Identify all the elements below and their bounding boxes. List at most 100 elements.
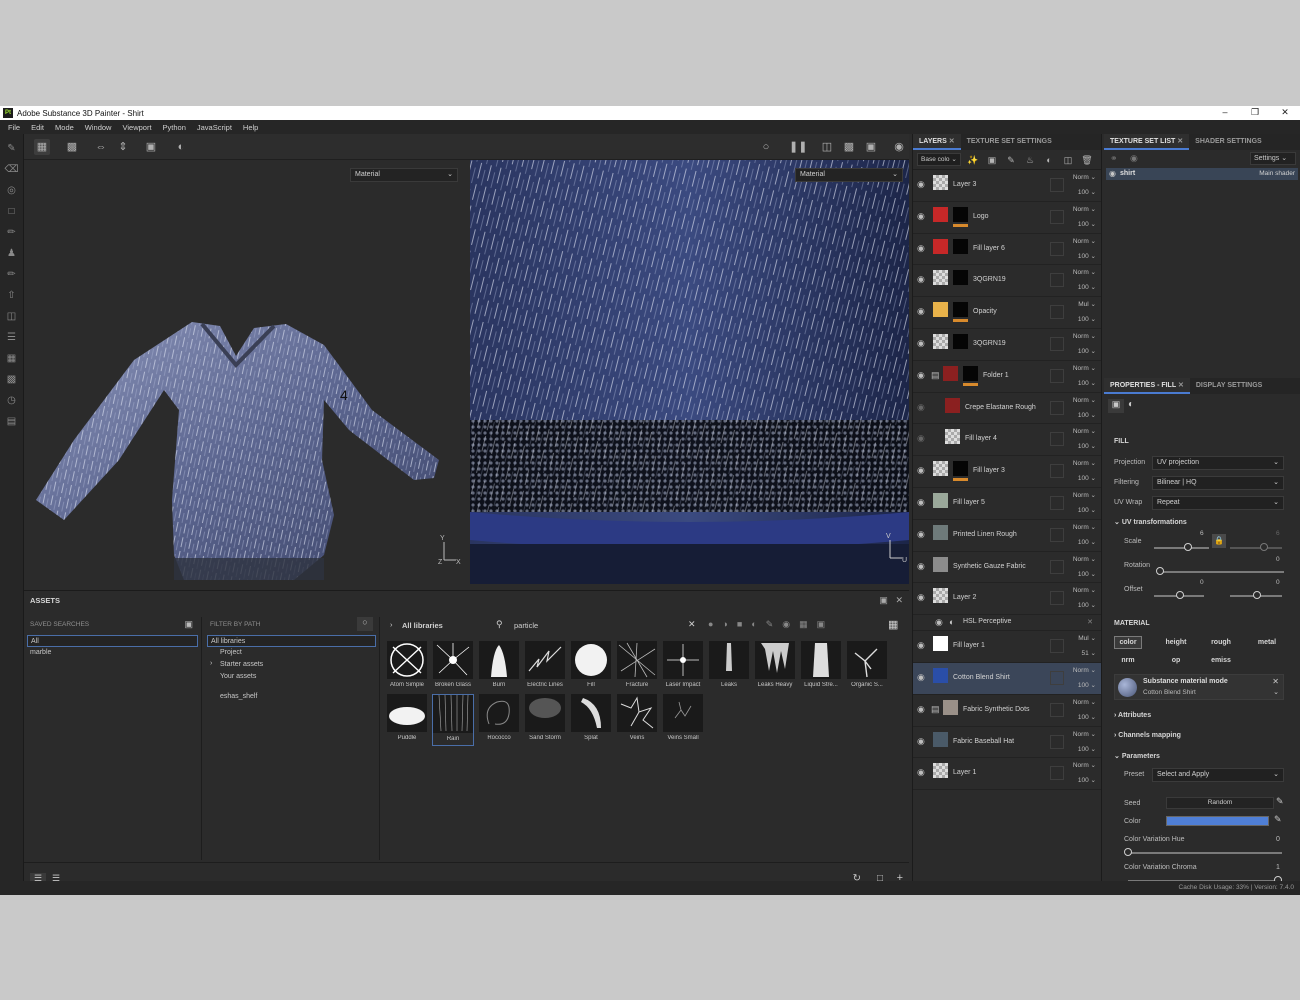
rotation-slider-knob[interactable]: [1156, 567, 1164, 575]
saved-search-all[interactable]: All: [27, 635, 198, 647]
tab-layers[interactable]: LAYERS ✕: [913, 134, 961, 150]
blend-mode-select[interactable]: Norm ⌄: [1073, 268, 1096, 276]
asset-thumbnail[interactable]: Rococco: [478, 694, 520, 746]
visibility-eye-icon[interactable]: ◉: [917, 306, 925, 317]
asset-thumbnail[interactable]: Veins: [616, 694, 658, 746]
asset-thumbnail[interactable]: Rain: [432, 694, 474, 746]
minimize-icon[interactable]: –: [1210, 106, 1240, 120]
blend-mode-select[interactable]: Mul ⌄: [1078, 300, 1096, 308]
opacity-value[interactable]: 100 ⌄: [1078, 474, 1096, 482]
layer-row[interactable]: ◉ Fabric Baseball Hat Norm ⌄ 100 ⌄: [913, 727, 1101, 759]
visibility-eye-icon[interactable]: ◉: [935, 617, 943, 628]
blend-mode-select[interactable]: Norm ⌄: [1073, 586, 1096, 594]
blend-mode-select[interactable]: Norm ⌄: [1073, 205, 1096, 213]
viewport-3d-mode-select[interactable]: Material ⌄: [350, 168, 458, 182]
filter-your-assets[interactable]: Your assets: [204, 671, 379, 683]
asset-thumbnail[interactable]: Broken Glass: [432, 641, 474, 693]
add-folder-icon[interactable]: ◫: [1061, 153, 1075, 167]
mask-thumbnail[interactable]: [953, 270, 968, 286]
channel-select[interactable]: Base colo ⌄: [917, 153, 961, 166]
edit-seed-icon[interactable]: ✎: [1276, 796, 1284, 807]
folder-icon[interactable]: ▤: [931, 370, 940, 381]
uv-wrap-select[interactable]: Repeat ⌄: [1152, 496, 1284, 510]
smudge-icon[interactable]: ✏: [5, 227, 19, 239]
add-paint-layer-icon[interactable]: ✎: [1004, 153, 1018, 167]
grid-view-icon[interactable]: ▦: [888, 618, 898, 631]
asset-thumbnail[interactable]: Veins Small: [662, 694, 704, 746]
maximize-icon[interactable]: ❐: [1240, 106, 1270, 120]
rotation-slider[interactable]: [1158, 571, 1284, 573]
hide-icon[interactable]: ○: [758, 139, 774, 155]
opacity-value[interactable]: 100 ⌄: [1078, 442, 1096, 450]
viewport-2d-mode-select[interactable]: Material ⌄: [795, 168, 903, 182]
menu-edit[interactable]: Edit: [31, 123, 44, 132]
asset-thumbnail[interactable]: Organic S...: [846, 641, 888, 693]
menu-help[interactable]: Help: [243, 123, 258, 132]
link-icon[interactable]: ⚭: [1110, 153, 1118, 164]
chevron-down-icon[interactable]: ⌄: [1273, 688, 1279, 696]
tab-close-icon[interactable]: ✕: [949, 138, 955, 145]
asset-thumbnail[interactable]: Fracture: [616, 641, 658, 693]
opacity-value[interactable]: 100 ⌄: [1078, 538, 1096, 546]
asset-search-input[interactable]: particle: [514, 621, 538, 630]
opacity-value[interactable]: 100 ⌄: [1078, 252, 1096, 260]
layer-row[interactable]: ◉ Opacity Mul ⌄ 100 ⌄: [913, 297, 1101, 329]
shelf-icon[interactable]: ▩: [5, 374, 19, 386]
filtering-select[interactable]: Bilinear | HQ ⌄: [1152, 476, 1284, 490]
asset-thumbnail[interactable]: Sand Storm: [524, 694, 566, 746]
opacity-value[interactable]: 100 ⌄: [1078, 283, 1096, 291]
asset-thumbnail[interactable]: Laser Impact: [662, 641, 704, 693]
opacity-value[interactable]: 100 ⌄: [1078, 745, 1096, 753]
visibility-eye-icon[interactable]: ◉: [917, 561, 925, 572]
bake-icon[interactable]: ⇧: [5, 290, 19, 302]
visibility-eye-icon[interactable]: ◉: [917, 402, 925, 413]
scale-slider-2[interactable]: [1230, 547, 1282, 549]
layer-row[interactable]: ◉ Logo Norm ⌄ 100 ⌄: [913, 202, 1101, 234]
visibility-eye-icon[interactable]: ◉: [917, 370, 925, 381]
channel-color-button[interactable]: color: [1114, 636, 1142, 649]
uv-transformations-header[interactable]: ⌄ UV transformations: [1114, 518, 1187, 526]
layer-row[interactable]: ◉ Synthetic Gauze Fabric Norm ⌄ 100 ⌄: [913, 552, 1101, 584]
visibility-eye-icon[interactable]: ◉: [917, 640, 925, 651]
split-view-icon[interactable]: ◫: [819, 139, 835, 155]
opacity-value[interactable]: 100 ⌄: [1078, 411, 1096, 419]
layer-row[interactable]: ◉ 3QGRN19 Norm ⌄ 100 ⌄: [913, 265, 1101, 298]
visibility-eye-icon[interactable]: ◉: [917, 672, 925, 683]
layer-row[interactable]: ◉ Fill layer 4 Norm ⌄ 100 ⌄: [913, 424, 1101, 457]
layer-row[interactable]: ◉ Crepe Elastane Rough Norm ⌄ 100 ⌄: [913, 393, 1101, 425]
breadcrumb-all-libraries[interactable]: All libraries: [402, 621, 443, 630]
blend-mode-select[interactable]: Norm ⌄: [1073, 332, 1096, 340]
layer-row[interactable]: ◉ ▤ Fabric Synthetic Dots Norm ⌄ 100 ⌄: [913, 695, 1101, 727]
clone-stamp-icon[interactable]: ♟: [5, 248, 19, 260]
opacity-value[interactable]: 51 ⌄: [1082, 649, 1096, 657]
visibility-eye-icon[interactable]: ◉: [917, 338, 925, 349]
remove-material-icon[interactable]: ✕: [1272, 677, 1279, 686]
asset-thumbnail[interactable]: Atom Simple: [386, 641, 428, 693]
camera-icon[interactable]: ▣: [863, 139, 879, 155]
channel-rough-button[interactable]: rough: [1206, 636, 1236, 649]
opacity-value[interactable]: 100 ⌄: [1078, 506, 1096, 514]
viewport-3d[interactable]: Material ⌄ 4 Y X Z: [24, 160, 468, 584]
mask-thumbnail[interactable]: [953, 461, 968, 477]
assets-close-icon[interactable]: ✕: [895, 595, 903, 605]
visibility-eye-icon[interactable]: ◉: [917, 529, 925, 540]
asset-thumbnail[interactable]: Fill: [570, 641, 612, 693]
layer-row[interactable]: ◉ Fill layer 1 Mul ⌄ 51 ⌄: [913, 631, 1101, 663]
layer-row[interactable]: ◉ Layer 1 Norm ⌄ 100 ⌄: [913, 758, 1101, 791]
blend-mode-select[interactable]: Norm ⌄: [1073, 730, 1096, 738]
menu-file[interactable]: File: [8, 123, 20, 132]
screenshot-icon[interactable]: ◉: [891, 139, 907, 155]
opacity-value[interactable]: 100 ⌄: [1078, 315, 1096, 323]
channel-emiss-button[interactable]: emiss: [1206, 654, 1236, 667]
channel-height-button[interactable]: height: [1161, 636, 1191, 649]
preset-select[interactable]: Select and Apply ⌄: [1152, 768, 1284, 782]
texture-set-shirt[interactable]: ◉ shirt Main shader: [1106, 168, 1298, 180]
layer-row[interactable]: ◉ Printed Linen Rough Norm ⌄ 100 ⌄: [913, 520, 1101, 552]
frame-icon[interactable]: ▣: [143, 139, 159, 155]
asset-thumbnail[interactable]: Liquid Stre...: [800, 641, 842, 693]
mask-thumbnail[interactable]: [953, 333, 968, 349]
mask-thumbnail[interactable]: [953, 238, 968, 254]
folder-icon[interactable]: ▤: [931, 704, 940, 715]
grid-single-icon[interactable]: ▦: [34, 139, 50, 155]
offset-slider-1-knob[interactable]: [1176, 591, 1184, 599]
